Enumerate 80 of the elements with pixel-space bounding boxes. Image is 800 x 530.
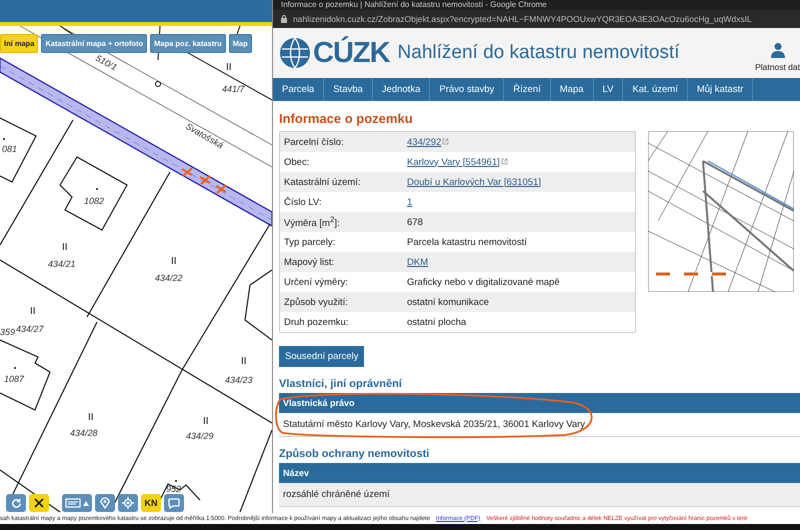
field-label: Mapový list: bbox=[283, 256, 336, 268]
pin-button[interactable] bbox=[95, 494, 115, 512]
nav-item[interactable]: Stavba bbox=[324, 78, 373, 101]
nav-item[interactable]: LV bbox=[594, 78, 624, 101]
value-link[interactable]: Karlovy Vary [554961] bbox=[407, 156, 508, 168]
comment-button[interactable] bbox=[164, 494, 184, 512]
table-cell: rozsáhlé chráněné území bbox=[279, 483, 800, 507]
refresh-icon bbox=[10, 498, 22, 508]
field-value: ostatní plocha bbox=[407, 316, 466, 328]
map-label: 1082 bbox=[84, 196, 104, 206]
field-label: Katastrální území: bbox=[283, 176, 362, 188]
value-link[interactable]: 1 bbox=[407, 196, 412, 208]
value-link[interactable]: Doubí u Karlových Var [631051] bbox=[407, 176, 541, 188]
map-label: 434/28 bbox=[70, 428, 98, 438]
map-label: II bbox=[30, 306, 36, 317]
column-header: Vlastnická právo bbox=[279, 393, 800, 413]
map-label: 434/22 bbox=[155, 273, 183, 283]
field-label: Obec: bbox=[283, 156, 310, 168]
field-value: Graficky nebo v digitalizované mapě bbox=[407, 276, 560, 288]
field-label: Způsob využití: bbox=[283, 296, 349, 308]
external-link-icon bbox=[442, 138, 450, 144]
field-label: Typ parcely: bbox=[283, 236, 336, 248]
nav-item[interactable]: Parcela bbox=[273, 78, 324, 101]
field-label: Číslo LV: bbox=[283, 196, 322, 208]
field-label: Druh pozemku: bbox=[283, 316, 350, 328]
value-link[interactable]: 434/292 bbox=[407, 136, 450, 148]
map-label: II bbox=[62, 242, 68, 253]
nav-item[interactable]: Kat. území bbox=[623, 78, 688, 101]
map-label: 1087 bbox=[4, 374, 24, 384]
data-validity-label: Platnost dat bbox=[755, 62, 800, 72]
window-title: Informace o pozemku | Nahlížení do katastru nemovitostí - Google Chrome bbox=[273, 0, 800, 10]
boundary-mark-icon bbox=[199, 175, 211, 185]
external-link-icon bbox=[500, 158, 508, 164]
field-label: Parcelní číslo: bbox=[283, 136, 345, 148]
map-label: II bbox=[226, 62, 232, 73]
layer-button[interactable]: KN bbox=[141, 494, 161, 512]
field-value: ostatní komunikace bbox=[407, 296, 489, 308]
field-label: Výměra [m$^{2}$]: bbox=[283, 214, 341, 230]
map-label: 510/1 bbox=[94, 52, 119, 72]
comment-icon bbox=[168, 498, 180, 508]
layers-button[interactable] bbox=[62, 494, 92, 512]
section-heading: Způsob ochrany nemovitosti bbox=[279, 448, 430, 460]
section-heading: Vlastníci, jiní oprávnění bbox=[279, 378, 403, 390]
map-label: II bbox=[88, 412, 94, 423]
close-button[interactable] bbox=[29, 494, 49, 512]
map-label: 441/7 bbox=[222, 84, 245, 94]
lock-icon bbox=[281, 15, 287, 24]
map-label: II bbox=[241, 356, 247, 367]
nav-item[interactable]: Jednotka bbox=[372, 78, 430, 101]
map-label: 434/21 bbox=[48, 259, 76, 269]
map-label: 434/23 bbox=[225, 375, 253, 385]
field-label: Určení výměry: bbox=[283, 276, 349, 288]
map-label: 952 bbox=[166, 484, 182, 494]
field-value: Parcela katastru nemovitostí bbox=[407, 236, 527, 248]
nav-item[interactable]: Právo stavby bbox=[430, 78, 504, 101]
boundary-mark-icon bbox=[181, 167, 193, 177]
site-logo: CÚZK bbox=[313, 36, 390, 70]
locate-icon bbox=[122, 497, 134, 509]
locate-button[interactable] bbox=[118, 494, 138, 512]
field-value: 678 bbox=[407, 216, 423, 228]
layers-caret-icon bbox=[65, 498, 89, 508]
pin-icon bbox=[100, 497, 110, 509]
user-icon[interactable] bbox=[770, 42, 785, 58]
map-label: 081 bbox=[2, 144, 18, 154]
globe-logo-icon bbox=[279, 37, 311, 70]
nav-item[interactable]: Řízení bbox=[504, 78, 551, 101]
map-label: II bbox=[203, 416, 209, 427]
map-label: 434/29 bbox=[186, 431, 214, 441]
value-link[interactable]: DKM bbox=[407, 256, 428, 268]
section-heading: Informace o pozemku bbox=[279, 111, 414, 126]
nav-item[interactable]: Můj katastr bbox=[688, 78, 754, 101]
neighbors-button[interactable]: Sousední parcely bbox=[279, 346, 364, 367]
column-header: Název bbox=[279, 463, 800, 483]
site-title: Nahlížení do katastru nemovitostí bbox=[398, 42, 681, 64]
map-label: II bbox=[171, 256, 177, 267]
map-label: 359 bbox=[0, 327, 16, 337]
map-label: 434/27 bbox=[16, 324, 44, 334]
close-icon bbox=[34, 498, 44, 508]
nav-item[interactable]: Mapa bbox=[550, 78, 594, 101]
boundary-mark-icon bbox=[215, 184, 227, 194]
